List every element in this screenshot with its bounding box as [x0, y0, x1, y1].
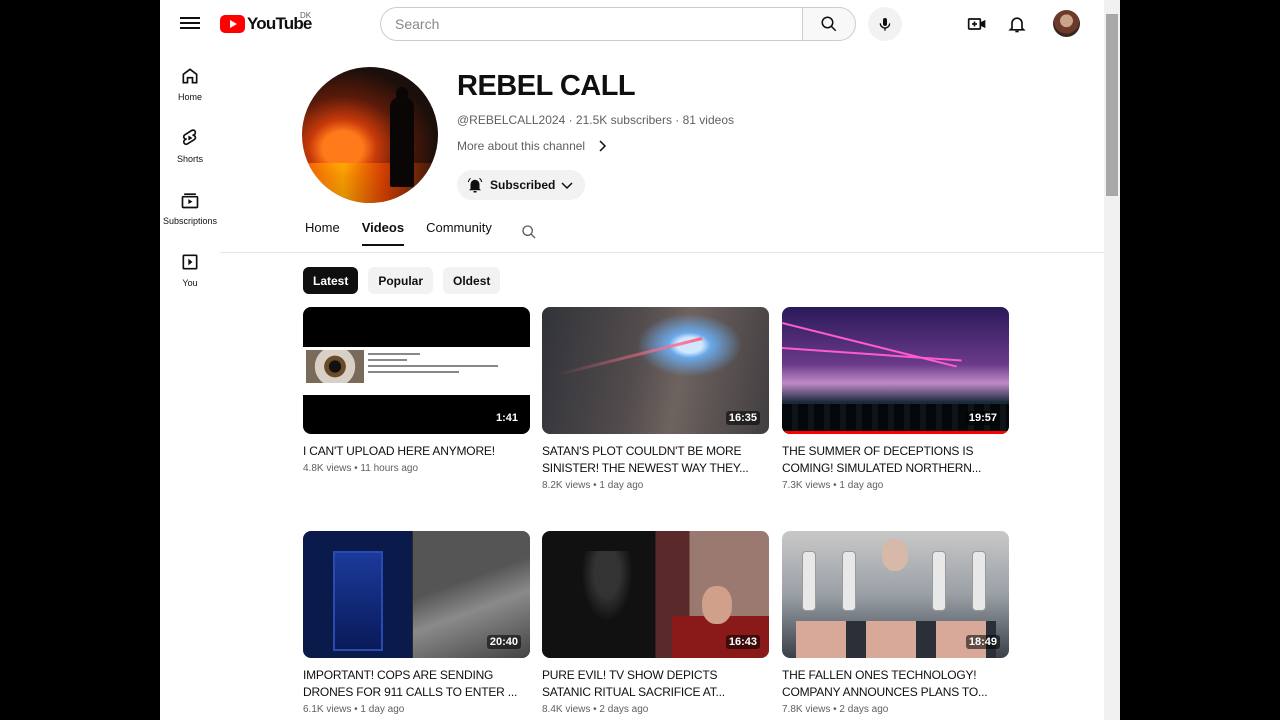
thumbnail-laser — [782, 322, 957, 368]
more-about-label: More about this channel — [457, 139, 586, 153]
chip-latest[interactable]: Latest — [303, 267, 359, 294]
sidebar-item-home[interactable]: Home — [160, 56, 220, 118]
top-bar: YouTube DK Search — [160, 0, 1104, 48]
video-duration: 1:41 — [492, 411, 521, 425]
tab-videos[interactable]: Videos — [361, 220, 405, 246]
subscribed-button[interactable]: Subscribed — [457, 170, 585, 200]
thumbnail-robot-arm — [842, 551, 856, 611]
thumbnail-eye-image — [306, 350, 364, 383]
youtube-window: YouTube DK Search Home Shorts Subscripti… — [160, 0, 1120, 720]
video-card[interactable]: 16:43 PURE EVIL! TV SHOW DEPICTS SATANIC… — [542, 531, 769, 715]
video-thumbnail[interactable]: 19:57 — [782, 307, 1009, 434]
scrollbar-thumb[interactable] — [1106, 14, 1118, 196]
video-meta: 6.1K views • 1 day ago — [303, 704, 405, 715]
thumbnail-hallway — [333, 551, 383, 651]
thumbnail-head — [882, 539, 908, 571]
menu-icon[interactable] — [180, 14, 200, 34]
channel-name: REBEL CALL — [457, 70, 636, 102]
video-card[interactable]: 1:41 I CAN'T UPLOAD HERE ANYMORE! 4.8K v… — [303, 307, 530, 474]
video-thumbnail[interactable]: 16:35 — [542, 307, 769, 434]
thumbnail-robot-arm — [802, 551, 816, 611]
video-title[interactable]: SATAN'S PLOT COULDN'T BE MORE SINISTER! … — [542, 443, 769, 477]
video-card[interactable]: 16:35 SATAN'S PLOT COULDN'T BE MORE SINI… — [542, 307, 769, 491]
sidebar-item-label: Shorts — [176, 154, 203, 164]
channel-avatar — [302, 67, 438, 203]
thumbnail-beam — [556, 337, 703, 377]
sidebar-item-shorts[interactable]: Shorts — [160, 118, 220, 180]
microphone-icon — [879, 18, 891, 31]
video-meta: 7.8K views • 2 days ago — [782, 704, 889, 715]
video-title[interactable]: IMPORTANT! COPS ARE SENDING DRONES FOR 9… — [303, 667, 530, 701]
thumbnail-laser — [782, 347, 962, 362]
tabs-divider — [220, 252, 1104, 253]
shorts-icon — [182, 129, 197, 146]
chevron-right-icon — [599, 140, 607, 152]
subscriptions-icon — [181, 193, 199, 209]
search-placeholder: Search — [395, 16, 440, 32]
notifications-button[interactable] — [1005, 12, 1029, 36]
page-scrollbar[interactable] — [1104, 0, 1120, 720]
video-duration: 16:35 — [725, 411, 760, 425]
chip-oldest[interactable]: Oldest — [443, 267, 501, 294]
sidebar-item-label: You — [182, 278, 198, 288]
sidebar-item-label: Home — [177, 92, 202, 102]
video-title[interactable]: THE FALLEN ONES TECHNOLOGY! COMPANY ANNO… — [782, 667, 1009, 701]
video-meta: 7.3K views • 1 day ago — [782, 480, 884, 491]
video-meta: 8.2K views • 1 day ago — [542, 480, 644, 491]
video-thumbnail[interactable]: 20:40 — [303, 531, 530, 658]
video-title[interactable]: I CAN'T UPLOAD HERE ANYMORE! — [303, 443, 530, 460]
account-avatar[interactable] — [1053, 10, 1080, 37]
create-button[interactable] — [965, 12, 989, 36]
channel-meta: @REBELCALL2024 · 21.5K subscribers · 81 … — [457, 113, 734, 127]
you-icon — [182, 254, 198, 270]
tab-home[interactable]: Home — [305, 220, 340, 246]
video-duration: 19:57 — [965, 411, 1000, 425]
more-about-link[interactable]: More about this channel — [457, 139, 607, 153]
sort-chips: Latest Popular Oldest — [303, 267, 501, 294]
sidebar-item-you[interactable]: You — [160, 242, 220, 304]
play-logo-icon — [220, 15, 245, 33]
search-icon — [522, 225, 536, 239]
video-thumbnail[interactable]: 18:49 — [782, 531, 1009, 658]
video-card[interactable]: 18:49 THE FALLEN ONES TECHNOLOGY! COMPAN… — [782, 531, 1009, 715]
video-duration: 18:49 — [965, 635, 1000, 649]
mini-guide: Home Shorts Subscriptions You — [160, 56, 220, 304]
video-card[interactable]: 20:40 IMPORTANT! COPS ARE SENDING DRONES… — [303, 531, 530, 715]
thumbnail-text-lines — [368, 353, 498, 377]
chevron-down-icon — [561, 182, 573, 190]
video-meta: 8.4K views • 2 days ago — [542, 704, 649, 715]
voice-search-button[interactable] — [868, 7, 902, 41]
watch-progress-bar — [782, 431, 1009, 434]
video-thumbnail[interactable]: 16:43 — [542, 531, 769, 658]
create-video-icon — [967, 18, 986, 30]
bell-ring-icon — [467, 177, 483, 193]
thumbnail-robed-figures — [562, 551, 652, 658]
avatar-fire-art — [302, 163, 438, 203]
avatar-figure — [390, 97, 414, 187]
search-icon — [821, 16, 837, 32]
video-title[interactable]: THE SUMMER OF DECEPTIONS IS COMING! SIMU… — [782, 443, 1009, 477]
sidebar-item-label: Subscriptions — [162, 216, 218, 226]
thumbnail-face — [702, 586, 732, 624]
sidebar-item-subscriptions[interactable]: Subscriptions — [160, 180, 220, 242]
channel-tabs: Home Videos Community — [305, 220, 492, 246]
youtube-logo[interactable]: YouTube DK — [220, 11, 312, 34]
video-thumbnail[interactable]: 1:41 — [303, 307, 530, 434]
chip-popular[interactable]: Popular — [368, 267, 434, 294]
home-icon — [182, 68, 198, 84]
tab-search-button[interactable] — [521, 224, 537, 245]
country-code: DK — [300, 11, 312, 20]
video-meta: 4.8K views • 11 hours ago — [303, 463, 419, 474]
video-card[interactable]: 19:57 THE SUMMER OF DECEPTIONS IS COMING… — [782, 307, 1009, 491]
search-button[interactable] — [802, 7, 856, 41]
subscribed-label: Subscribed — [490, 178, 556, 192]
search-input[interactable]: Search — [380, 7, 804, 41]
bell-icon — [1008, 17, 1026, 33]
video-duration: 16:43 — [725, 635, 760, 649]
thumbnail-robot-arm — [972, 551, 986, 611]
video-duration: 20:40 — [486, 635, 521, 649]
tab-community[interactable]: Community — [426, 220, 492, 246]
video-title[interactable]: PURE EVIL! TV SHOW DEPICTS SATANIC RITUA… — [542, 667, 769, 701]
thumbnail-robot-arm — [932, 551, 946, 611]
